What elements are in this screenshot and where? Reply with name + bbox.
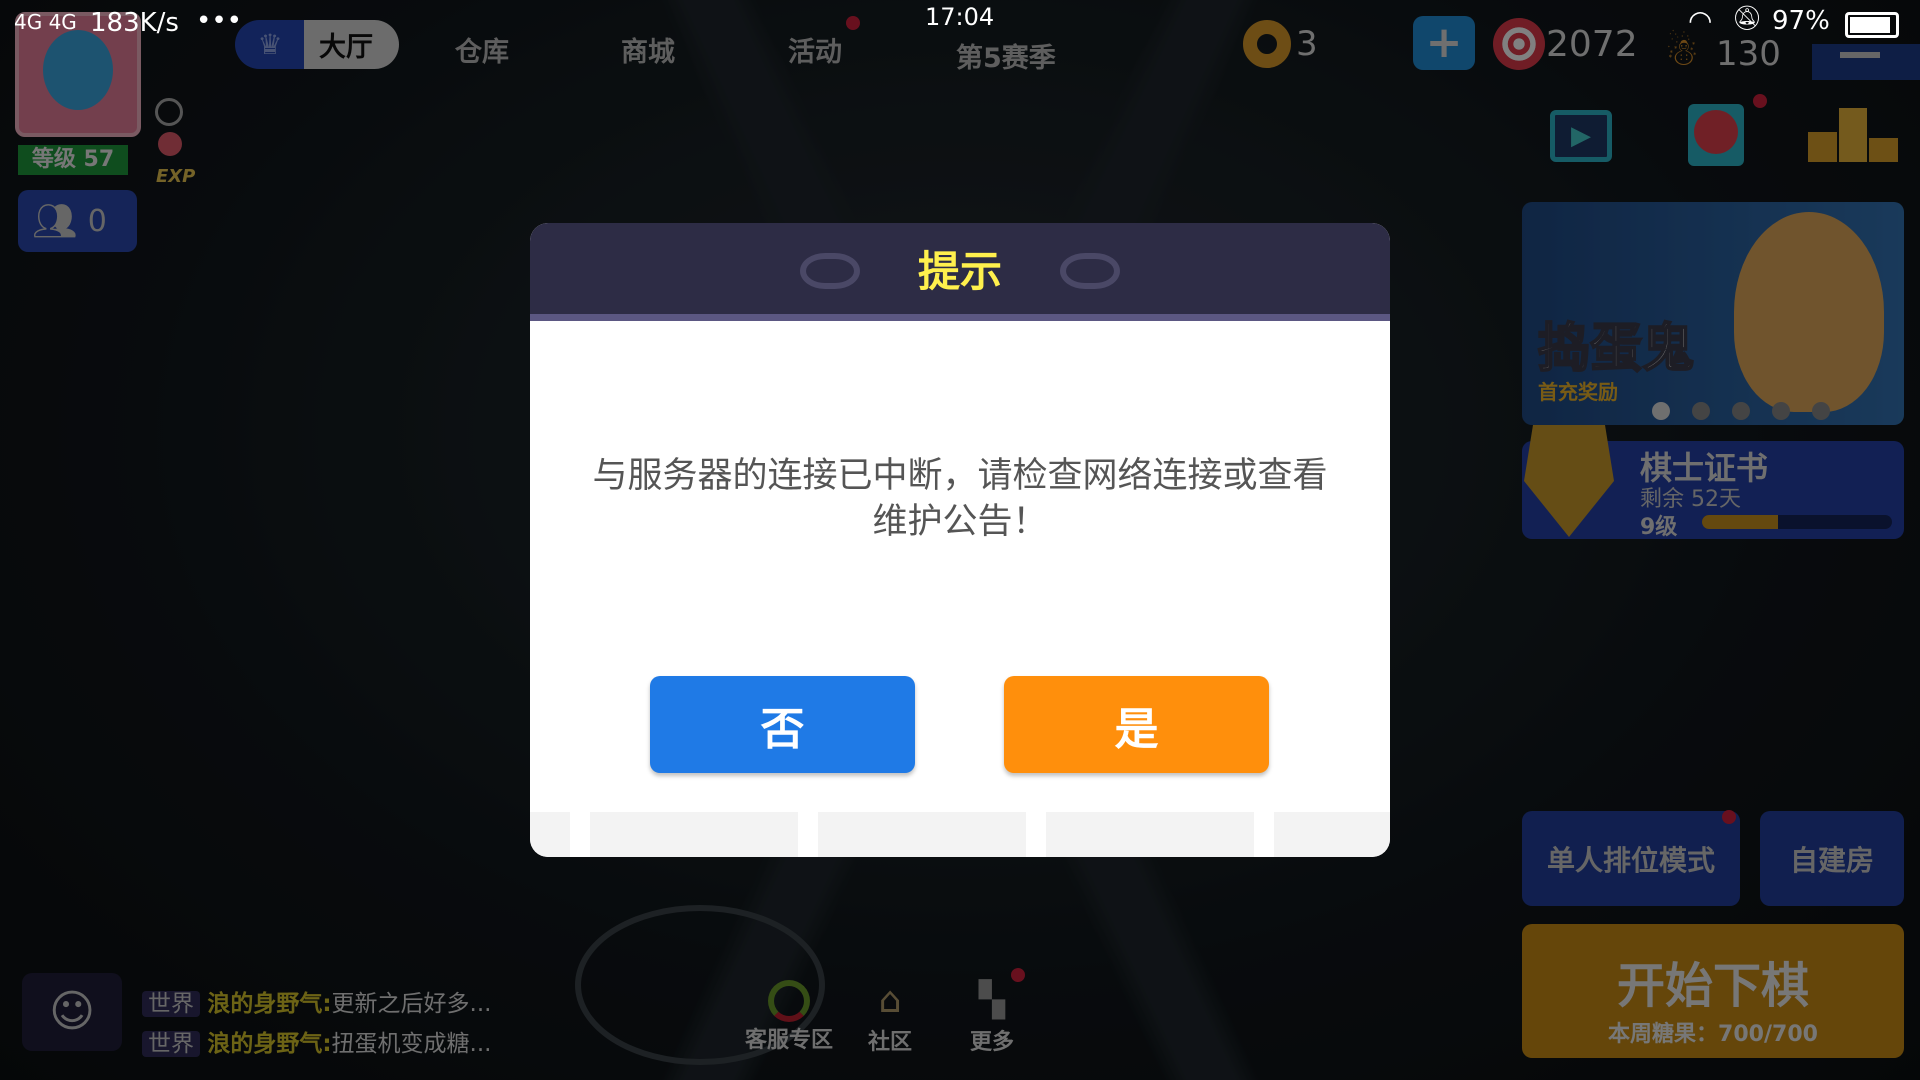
alert-dialog: 提示 与服务器的连接已中断，请检查网络连接或查看维护公告！ 否 是 [530, 223, 1390, 857]
tab-shop[interactable]: 商城 [621, 30, 675, 69]
friends-count: 0 [87, 203, 107, 239]
custom-room-button[interactable]: 自建房 [1760, 811, 1904, 906]
yes-button[interactable]: 是 [1004, 676, 1269, 773]
promo-banner[interactable]: 捣蛋鬼 首充奖励 [1522, 202, 1904, 425]
chat-feed[interactable]: 世界 浪的身野气:更新之后好多... 世界 浪的身野气:扭蛋机变成糖... [142, 984, 491, 1064]
ranked-mode-button[interactable]: 单人排位模式 [1522, 811, 1740, 906]
banner-character [1734, 212, 1884, 412]
tab-label: 大厅 [319, 32, 373, 63]
badge-dot [1722, 810, 1736, 824]
chess-certificate-card[interactable]: 棋士证书 剩余 52天 9级 [1522, 425, 1904, 540]
clock: 17:04 [925, 3, 995, 31]
donut-count: 3 [1296, 24, 1318, 64]
no-button[interactable]: 否 [650, 676, 915, 773]
badge-dot [846, 16, 860, 30]
weekly-candy: 本周糖果：700/700 [1608, 1022, 1818, 1047]
start-game-label: 开始下棋 [1616, 958, 1809, 1014]
gingerbread-count: 130 [1716, 34, 1781, 74]
chat-button[interactable]: ☺ [22, 973, 122, 1051]
dialog-footer-pattern [530, 812, 1390, 857]
chat-ghost-icon: ☺ [49, 986, 95, 1037]
candy-icon [1493, 18, 1545, 70]
candy-small-icon [158, 132, 182, 156]
candy-count: 2072 [1546, 24, 1638, 65]
tab-lobby[interactable]: ♛ 大厅 [235, 20, 399, 69]
discord-icon[interactable] [1688, 104, 1744, 166]
certificate-progress [1702, 515, 1892, 529]
video-icon[interactable]: ▶ [1550, 110, 1612, 162]
battery-icon [1845, 12, 1899, 38]
badge-dot [1753, 94, 1767, 108]
more-icon: ▚ [978, 980, 1006, 1020]
level-badge: 等级 57 [18, 145, 128, 175]
add-currency-button[interactable]: + [1413, 16, 1475, 70]
banner-title: 捣蛋鬼 [1537, 318, 1695, 380]
status-more: ••• [196, 6, 243, 36]
crown-icon: ♛ [257, 28, 283, 61]
community-icon: ⌂ [878, 980, 902, 1021]
network-indicator: 4G 4G [14, 10, 77, 34]
nav-more[interactable]: ▚ 更多 [964, 980, 1020, 1056]
nav-community[interactable]: ⌂ 社区 [862, 980, 918, 1056]
leaderboard-icon[interactable] [1808, 108, 1899, 162]
dialog-title: 提示 [917, 247, 1002, 296]
exp-label: EXP [156, 166, 196, 187]
badge-dot [1011, 968, 1025, 982]
dialog-header: 提示 [530, 223, 1390, 321]
tab-events[interactable]: 活动 [788, 30, 842, 69]
support-icon [768, 980, 810, 1022]
chat-line: 世界 浪的身野气:更新之后好多... [142, 984, 491, 1024]
dialog-message: 与服务器的连接已中断，请检查网络连接或查看维护公告！ [592, 456, 1328, 542]
banner-subtitle: 首充奖励 [1538, 380, 1618, 404]
donut-icon [1243, 20, 1291, 68]
banner-pagination[interactable] [1652, 402, 1830, 420]
menu-button[interactable] [1812, 44, 1920, 80]
friends-button[interactable]: 👥︎ 0 [18, 190, 137, 252]
rank-badge-icon [155, 98, 183, 126]
swirl-decoration [800, 253, 860, 289]
network-speed: 183K/s [90, 8, 179, 38]
battery-percent: 97% [1772, 6, 1830, 36]
start-game-button[interactable]: 开始下棋 本周糖果：700/700 [1522, 924, 1904, 1058]
knight-shield-icon [1524, 425, 1614, 537]
tab-season[interactable]: 第5赛季 [956, 36, 1056, 75]
headset-icon: ◠ [1688, 4, 1713, 37]
chat-line: 世界 浪的身野气:扭蛋机变成糖... [142, 1024, 491, 1064]
swirl-decoration [1060, 253, 1120, 289]
nav-support[interactable]: 客服专区 [742, 980, 836, 1054]
certificate-level: 9级 [1640, 515, 1678, 540]
tab-warehouse[interactable]: 仓库 [455, 30, 509, 69]
friends-icon: 👥︎ [32, 201, 78, 242]
bell-muted-icon: 🔕︎ [1732, 4, 1763, 32]
